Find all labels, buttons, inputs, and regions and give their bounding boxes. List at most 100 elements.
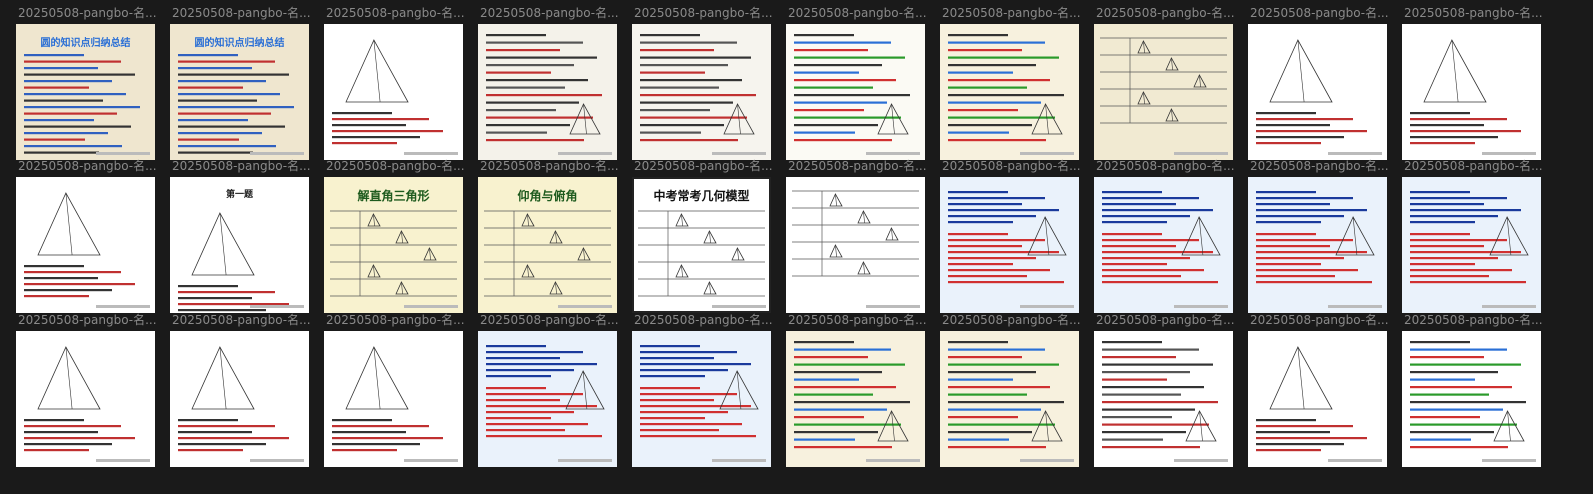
text-line (640, 375, 705, 378)
text-line (948, 281, 1064, 284)
text-line (640, 139, 738, 142)
thumbnail-image[interactable] (1248, 331, 1387, 467)
thumbnail-item[interactable]: 20250508-pangbo-名... (1094, 159, 1240, 315)
text-line (178, 291, 275, 294)
thumbnail-item[interactable]: 20250508-pangbo-名... (786, 159, 932, 315)
thumbnail-item[interactable]: 20250508-pangbo-名... (1402, 159, 1548, 315)
thumbnail-image[interactable]: 第一题 (170, 177, 309, 313)
text-line (1102, 446, 1200, 449)
thumbnail-image[interactable]: 解直角三角形 (324, 177, 463, 313)
thumbnail-item[interactable]: 20250508-pangbo-名... (1094, 6, 1240, 162)
thumbnail-item[interactable]: 20250508-pangbo-名... (16, 159, 162, 315)
thumbnail-image[interactable] (632, 331, 771, 467)
thumbnail-image[interactable] (170, 331, 309, 467)
text-line (1410, 233, 1470, 236)
text-line (794, 139, 892, 142)
text-line (1410, 221, 1475, 224)
thumbnail-image[interactable] (1248, 177, 1387, 313)
thumbnail-item[interactable]: 20250508-pangbo-名... (16, 313, 162, 469)
thumbnail-item[interactable]: 20250508-pangbo-名... (786, 6, 932, 162)
text-line (794, 94, 910, 97)
thumbnail-item[interactable]: 20250508-pangbo-名... (1248, 313, 1394, 469)
thumbnail-image[interactable] (1094, 177, 1233, 313)
footer-mark (1328, 459, 1382, 462)
thumbnail-item[interactable]: 20250508-pangbo-名... (170, 313, 316, 469)
thumbnail-item[interactable]: 20250508-pangbo-名... (324, 313, 470, 469)
thumbnail-item[interactable]: 20250508-pangbo-名... (1402, 6, 1548, 162)
thumbnail-image[interactable] (1248, 24, 1387, 160)
thumbnail-item[interactable]: 20250508-pangbo-名... (940, 159, 1086, 315)
text-line (1410, 416, 1480, 419)
text-line (332, 443, 420, 446)
text-line (1410, 136, 1498, 139)
text-line (1102, 371, 1190, 374)
text-line (948, 401, 1064, 404)
thumbnail-image[interactable] (632, 24, 771, 160)
text-line (948, 363, 1059, 366)
thumbnail-image[interactable]: 圆的知识点归纳总结 (170, 24, 309, 160)
thumbnail-image[interactable] (1402, 24, 1541, 160)
thumbnail-caption: 20250508-pangbo-名... (1250, 6, 1389, 20)
footer-mark (1020, 152, 1074, 155)
text-line (794, 446, 892, 449)
text-line (486, 417, 551, 420)
thumbnail-image[interactable] (1094, 24, 1233, 160)
text-line (640, 56, 751, 59)
thumbnail-item[interactable]: 20250508-pangbo-名... (478, 6, 624, 162)
footer-mark (250, 305, 304, 308)
thumbnail-image[interactable] (940, 177, 1079, 313)
thumbnail-image[interactable]: 圆的知识点归纳总结 (16, 24, 155, 160)
thumbnail-image[interactable] (16, 177, 155, 313)
text-line (24, 54, 84, 57)
thumbnail-item[interactable]: 20250508-pangbo-名... 仰角与俯角 (478, 159, 624, 315)
thumbnail-image[interactable] (1402, 331, 1541, 467)
thumbnail-image[interactable] (324, 24, 463, 160)
thumbnail-image[interactable] (1094, 331, 1233, 467)
thumbnail-image[interactable] (786, 177, 925, 313)
text-line (794, 56, 905, 59)
thumbnail-item[interactable]: 20250508-pangbo-名... (1248, 159, 1394, 315)
thumbnail-item[interactable]: 20250508-pangbo-名... 圆的知识点归纳总结 (16, 6, 162, 162)
text-line (178, 119, 248, 122)
text-line (640, 71, 705, 74)
text-line (486, 411, 574, 414)
text-line (948, 34, 1008, 37)
thumbnail-item[interactable]: 20250508-pangbo-名... (940, 6, 1086, 162)
footer-mark (1482, 459, 1536, 462)
thumbnail-image[interactable]: 仰角与俯角 (478, 177, 617, 313)
thumbnail-item[interactable]: 20250508-pangbo-名... (324, 6, 470, 162)
thumbnail-caption: 20250508-pangbo-名... (1250, 159, 1389, 173)
thumbnail-image[interactable] (478, 24, 617, 160)
text-line (1256, 215, 1344, 218)
thumbnail-image[interactable] (786, 24, 925, 160)
thumbnail-item[interactable]: 20250508-pangbo-名... (632, 6, 778, 162)
thumbnail-item[interactable]: 20250508-pangbo-名... (940, 313, 1086, 469)
thumbnail-item[interactable]: 20250508-pangbo-名... (1094, 313, 1240, 469)
thumbnail-image[interactable] (16, 331, 155, 467)
text-line (1410, 112, 1470, 115)
thumbnail-item[interactable]: 20250508-pangbo-名... 圆的知识点归纳总结 (170, 6, 316, 162)
thumbnail-image[interactable]: 中考常考几何模型 (632, 177, 771, 313)
thumbnail-image[interactable] (1402, 177, 1541, 313)
thumbnail-item[interactable]: 20250508-pangbo-名... (1402, 313, 1548, 469)
thumbnail-caption: 20250508-pangbo-名... (942, 6, 1081, 20)
thumbnail-image[interactable] (324, 331, 463, 467)
text-line (24, 425, 121, 428)
thumbnail-item[interactable]: 20250508-pangbo-名... (1248, 6, 1394, 162)
footer-mark (404, 305, 458, 308)
thumbnail-image[interactable] (786, 331, 925, 467)
thumbnail-item[interactable]: 20250508-pangbo-名... (632, 313, 778, 469)
text-line (1256, 263, 1321, 266)
text-line (948, 275, 1027, 278)
thumbnail-item[interactable]: 20250508-pangbo-名... (786, 313, 932, 469)
text-line (948, 393, 1027, 396)
thumbnail-item[interactable]: 20250508-pangbo-名... 第一题 (170, 159, 316, 315)
text-line (486, 405, 597, 408)
thumbnail-item[interactable]: 20250508-pangbo-名... 中考常考几何模型 (632, 159, 778, 315)
thumbnail-image[interactable] (478, 331, 617, 467)
thumbnail-image[interactable] (940, 331, 1079, 467)
thumbnail-item[interactable]: 20250508-pangbo-名... 解直角三角形 (324, 159, 470, 315)
text-line (794, 363, 905, 366)
thumbnail-item[interactable]: 20250508-pangbo-名... (478, 313, 624, 469)
thumbnail-image[interactable] (940, 24, 1079, 160)
